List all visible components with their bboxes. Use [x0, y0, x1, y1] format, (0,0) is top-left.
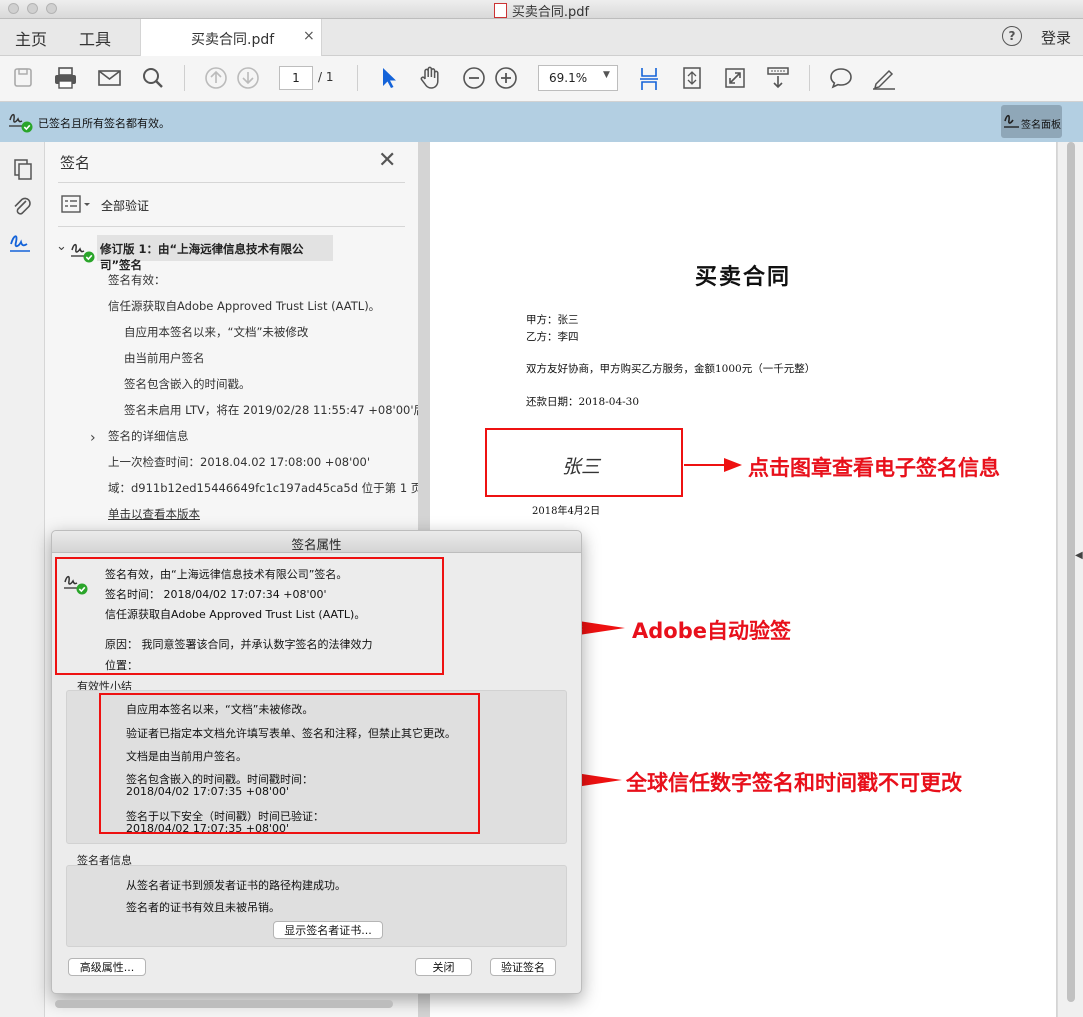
- sig-detail-line: 域：d911b12ed15446649fc1c197ad45ca5d 位于第 1…: [108, 481, 423, 495]
- tab-bar: 主页 工具 买卖合同.pdf × ? 登录: [0, 19, 1083, 56]
- highlight-box: [55, 557, 444, 675]
- hand-icon[interactable]: [418, 66, 442, 90]
- sig-detail-line: 上一次检查时间：2018.04.02 17:08:00 +08'00': [108, 455, 371, 469]
- vertical-scrollbar[interactable]: ◀: [1057, 142, 1083, 1017]
- signature-valid-icon: [9, 113, 33, 133]
- show-certificate-button[interactable]: 显示签名者证书...: [273, 921, 383, 939]
- sig-detail-line: 自应用本签名以来，“文档”未被修改: [124, 325, 309, 339]
- select-arrow-icon[interactable]: [378, 66, 398, 90]
- sig-detail-line: 签名未启用 LTV，将在 2019/02/28 11:55:47 +08'00'…: [124, 403, 448, 417]
- toolbar: 1 / 1 69.1% ▼: [0, 56, 1083, 102]
- status-text: 已签名且所有签名都有效。: [38, 117, 170, 130]
- chevron-down-icon[interactable]: ⌄: [56, 239, 67, 254]
- login-button[interactable]: 登录: [1041, 27, 1071, 48]
- handwritten-signature: 张三: [562, 456, 601, 478]
- toolbar-separator: [357, 65, 358, 91]
- full-screen-icon[interactable]: [724, 66, 746, 90]
- signature-stamp-field[interactable]: 张三: [485, 428, 683, 497]
- document-title: 买卖合同: [694, 264, 791, 290]
- options-menu-icon[interactable]: [61, 195, 95, 215]
- comment-icon[interactable]: [829, 66, 853, 90]
- sig-detail-line: 由当前用户签名: [124, 351, 205, 365]
- scrollbar-thumb[interactable]: [1067, 142, 1075, 1002]
- menu-home[interactable]: 主页: [15, 26, 47, 50]
- zoom-in-icon[interactable]: [494, 66, 518, 90]
- signer-line: 从签名者证书到颁发者证书的路径构建成功。: [126, 879, 346, 892]
- menu-tools[interactable]: 工具: [79, 26, 111, 50]
- chevron-down-icon: ▼: [603, 70, 610, 80]
- navigation-rail: [0, 142, 45, 1017]
- signature-valid-icon: [71, 243, 95, 263]
- signature-panel-title: 签名: [60, 154, 91, 172]
- signature-properties-dialog: 签名属性 签名有效，由“上海远律信息技术有限公司”签名。 签名时间： 2018/…: [51, 530, 582, 1008]
- verify-signature-button[interactable]: 验证签名: [490, 958, 556, 976]
- party-b: 乙方：李四: [526, 331, 579, 343]
- chevron-right-icon[interactable]: ›: [90, 430, 96, 446]
- annotation-trusted: 全球信任数字签名和时间戳不可更改: [626, 771, 962, 795]
- sig-detail-line: 签名包含嵌入的时间戳。: [124, 377, 251, 391]
- divider: [58, 182, 405, 183]
- tab-document[interactable]: 买卖合同.pdf ×: [140, 19, 322, 56]
- dialog-title-bar[interactable]: 签名属性: [52, 531, 581, 553]
- view-version-link[interactable]: 单击以查看本版本: [108, 506, 200, 522]
- advanced-properties-button[interactable]: 高级属性...: [68, 958, 146, 976]
- page-up-icon[interactable]: [204, 66, 228, 90]
- signer-line: 签名者的证书有效且未被吊销。: [126, 901, 280, 914]
- pdf-file-icon: [493, 3, 507, 18]
- search-icon[interactable]: [141, 66, 165, 90]
- save-icon[interactable]: [12, 66, 34, 90]
- print-icon[interactable]: [53, 66, 79, 90]
- annotation-adobe-verify: Adobe自动验签: [632, 619, 791, 643]
- fit-page-icon[interactable]: [681, 66, 703, 90]
- highlight-box: [99, 693, 480, 834]
- window-title-bar: 买卖合同.pdf: [0, 0, 1083, 20]
- signature-panel-button[interactable]: 签名面板: [1001, 105, 1062, 138]
- close-button[interactable]: 关闭: [415, 958, 472, 976]
- revision-title: 修订版 1：由“上海远律信息技术有限公司”签名: [100, 242, 304, 272]
- arrow-annotation: [684, 458, 742, 472]
- contract-body: 双方友好协商，甲方购买乙方服务，金额1000元（一千元整）: [526, 363, 816, 375]
- page-number-input[interactable]: 1: [279, 66, 313, 90]
- divider: [58, 226, 405, 227]
- pages-icon[interactable]: [12, 158, 34, 182]
- tab-close-icon[interactable]: ×: [303, 28, 315, 44]
- sig-detail-line: 信任源获取自Adobe Approved Trust List (AATL)。: [108, 299, 381, 313]
- sig-details-toggle[interactable]: 签名的详细信息: [108, 428, 189, 444]
- due-date: 还款日期：2018-04-30: [526, 396, 640, 408]
- annotation-click-stamp: 点击图章查看电子签名信息: [748, 456, 1000, 480]
- tab-document-label: 买卖合同.pdf: [191, 32, 275, 48]
- horizontal-scrollbar[interactable]: [55, 1000, 393, 1008]
- window-title-wrap: 买卖合同.pdf: [0, 1, 1083, 20]
- page-total: / 1: [318, 70, 334, 84]
- toolbar-separator: [809, 65, 810, 91]
- revision-item[interactable]: 修订版 1：由“上海远律信息技术有限公司”签名: [97, 235, 333, 272]
- signature-panel-label: 签名面板: [1021, 120, 1061, 131]
- sign-date: 2018年4月2日: [532, 506, 601, 517]
- sign-pen-icon[interactable]: [871, 66, 897, 90]
- zoom-select[interactable]: 69.1% ▼: [538, 65, 618, 91]
- party-a: 甲方：张三: [526, 314, 579, 326]
- attachment-icon[interactable]: [11, 195, 33, 219]
- scroll-mode-icon[interactable]: [766, 66, 790, 90]
- window-title: 买卖合同.pdf: [511, 5, 590, 20]
- help-icon[interactable]: ?: [1002, 26, 1022, 46]
- validate-all-button[interactable]: 全部验证: [101, 197, 149, 214]
- toolbar-separator: [184, 65, 185, 91]
- mail-icon[interactable]: [97, 66, 123, 90]
- close-icon[interactable]: ✕: [378, 148, 396, 173]
- fit-width-icon[interactable]: [638, 66, 660, 90]
- signature-status-bar: 已签名且所有签名都有效。 签名面板: [0, 102, 1083, 143]
- collapse-right-pane-icon[interactable]: ◀: [1075, 550, 1083, 561]
- signatures-icon[interactable]: [8, 230, 36, 256]
- signature-pen-icon: [1004, 114, 1019, 128]
- dialog-title: 签名属性: [291, 537, 342, 552]
- page-down-icon[interactable]: [236, 66, 260, 90]
- zoom-out-icon[interactable]: [462, 66, 486, 90]
- zoom-value: 69.1%: [549, 71, 588, 85]
- sig-detail-line: 签名有效：: [108, 273, 166, 287]
